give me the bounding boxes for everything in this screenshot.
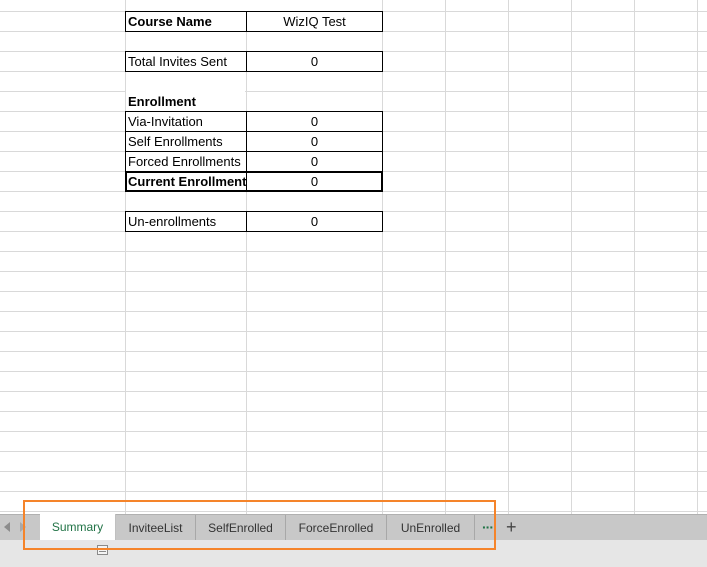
status-bar <box>0 540 707 567</box>
row-gridline <box>0 371 707 372</box>
forced-enrollments-label[interactable]: Forced Enrollments <box>126 152 246 172</box>
unenrollments-value[interactable]: 0 <box>247 212 382 232</box>
unenrollments-label[interactable]: Un-enrollments <box>126 212 246 232</box>
total-invites-label[interactable]: Total Invites Sent <box>126 52 246 72</box>
self-enrollments-value[interactable]: 0 <box>247 132 382 152</box>
column-gridline <box>445 0 446 514</box>
self-enrollments-label[interactable]: Self Enrollments <box>126 132 246 152</box>
course-name-label[interactable]: Course Name <box>126 12 246 32</box>
forced-enrollments-value[interactable]: 0 <box>247 152 382 172</box>
column-gridline <box>571 0 572 514</box>
add-sheet-button[interactable]: + <box>506 517 517 537</box>
row-gridline <box>0 471 707 472</box>
tab-self-enrolled[interactable]: SelfEnrolled <box>196 515 286 541</box>
sheet-view-icon[interactable] <box>97 545 108 555</box>
row-gridline <box>0 91 707 92</box>
column-gridline <box>246 0 247 514</box>
tab-summary[interactable]: Summary <box>40 514 116 541</box>
row-gridline <box>0 311 707 312</box>
current-enrollment-label[interactable]: Current Enrollment <box>126 172 246 192</box>
triangle-left-icon[interactable] <box>4 522 10 532</box>
via-invitation-label[interactable]: Via-Invitation <box>126 112 246 132</box>
course-name-value[interactable]: WizIQ Test <box>247 12 382 32</box>
total-invites-value[interactable]: 0 <box>247 52 382 72</box>
via-invitation-value[interactable]: 0 <box>247 112 382 132</box>
tab-unenrolled[interactable]: UnEnrolled <box>387 515 475 541</box>
column-gridline <box>508 0 509 514</box>
column-gridline <box>697 0 698 514</box>
row-gridline <box>0 271 707 272</box>
row-gridline <box>0 491 707 492</box>
row-gridline <box>0 411 707 412</box>
row-gridline <box>0 351 707 352</box>
row-gridline <box>0 251 707 252</box>
row-gridline <box>0 391 707 392</box>
row-gridline <box>0 431 707 432</box>
current-enrollment-value[interactable]: 0 <box>247 172 382 192</box>
tab-invitee-list[interactable]: InviteeList <box>116 515 196 541</box>
tab-force-enrolled[interactable]: ForceEnrolled <box>286 515 387 541</box>
column-gridline <box>634 0 635 514</box>
row-gridline <box>0 511 707 512</box>
worksheet-grid[interactable]: Course Name WizIQ Test Total Invites Sen… <box>0 0 707 514</box>
more-sheets-icon[interactable]: ··· <box>482 519 494 535</box>
row-gridline <box>0 331 707 332</box>
triangle-right-icon[interactable] <box>20 522 26 532</box>
column-gridline <box>382 0 383 514</box>
row-gridline <box>0 451 707 452</box>
sheet-tab-bar: Summary InviteeList SelfEnrolled ForceEn… <box>0 514 707 541</box>
enrollment-heading[interactable]: Enrollment <box>126 92 246 112</box>
row-gridline <box>0 291 707 292</box>
